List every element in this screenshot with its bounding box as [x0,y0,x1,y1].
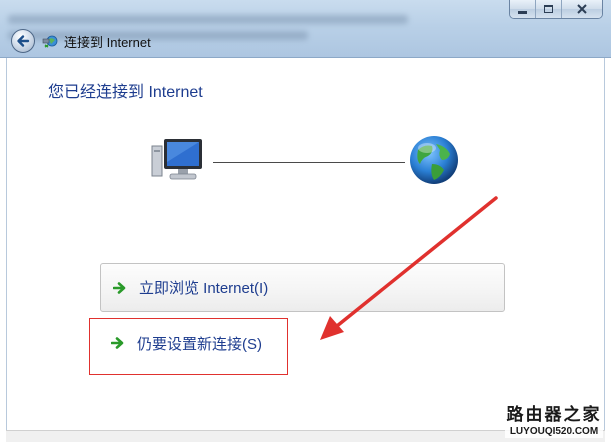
window-controls [509,0,603,19]
watermark-title: 路由器之家 [506,405,602,425]
close-button[interactable] [562,0,602,18]
content-pane: 您已经连接到 Internet 立即浏览 Internet(I) 仍要设置新连接… [6,58,605,442]
minimize-icon [518,10,527,14]
watermark-url: LUYOUQI520.COM [509,426,599,437]
annotation-highlight-box [89,318,288,375]
computer-icon [151,139,202,180]
maximize-icon [544,5,553,13]
window-title: 连接到 Internet [64,34,151,50]
browse-internet-button[interactable]: 立即浏览 Internet(I) [100,263,505,312]
breadcrumb: 连接到 Internet [42,30,151,52]
minimize-button[interactable] [510,0,536,18]
network-connection-icon [42,35,58,48]
back-button[interactable] [11,29,35,53]
page-title: 您已经连接到 Internet [48,84,203,101]
connection-line [213,162,405,163]
close-icon [577,4,587,14]
maximize-button[interactable] [536,0,562,18]
globe-icon [410,136,458,184]
browse-internet-label: 立即浏览 Internet(I) [139,280,269,297]
watermark-logo: 路由器之家 LUYOUQI520.COM [505,404,603,438]
back-arrow-icon [17,35,30,47]
green-arrow-icon [113,281,126,294]
title-bar: 连接到 Internet [0,0,611,58]
